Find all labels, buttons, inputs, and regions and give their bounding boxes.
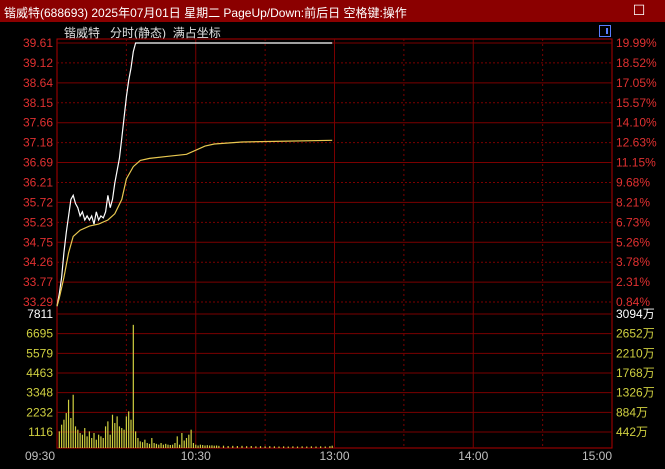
time-tick-label: 13:00 [319,449,349,463]
price-tick-label: 33.77 [23,275,53,289]
volume-tick-label: 5579 [26,346,53,360]
price-tick-label: 35.23 [23,215,53,229]
pct-tick-label: 8.21% [616,195,650,209]
volume-tick-label: 1116 [28,425,53,439]
price-tick-label: 39.61 [23,36,53,50]
volume-tick-label: 2232 [26,405,53,419]
pct-tick-label: 6.73% [616,215,650,229]
volume-tick-label: 7811 [27,307,53,321]
pct-tick-label: 17.05% [616,76,657,90]
price-tick-label: 38.15 [23,96,53,110]
price-tick-label: 34.26 [23,255,53,269]
pct-tick-label: 14.10% [616,116,657,130]
price-tick-label: 37.18 [23,136,53,150]
pct-tick-label: 2.31% [616,275,650,289]
average-price-line [56,139,333,307]
time-tick-label: 15:00 [582,449,612,463]
volume-amount-label: 3094万 [616,307,655,321]
intraday-chart[interactable]: 39.61 19.99% 39.12 18.52% 38.64 17.05% 38.15 15… [0,0,665,469]
price-tick-label: 36.21 [23,175,53,189]
volume-amount-label: 2210万 [616,346,655,360]
price-tick-label: 34.75 [23,235,53,249]
volume-tick-label: 4463 [26,366,53,380]
volume-amount-label: 1768万 [616,366,655,380]
volume-amount-label: 884万 [616,405,648,419]
time-tick-label: 14:00 [458,449,488,463]
volume-amount-label: 1326万 [616,386,655,400]
volume-tick-label: 3348 [26,386,53,400]
price-tick-label: 38.64 [23,76,53,90]
price-tick-label: 39.12 [23,56,53,70]
time-tick-label: 09:30 [25,449,55,463]
pct-tick-label: 18.52% [616,56,657,70]
volume-tick-label: 6695 [26,327,53,341]
volume-amount-label: 2652万 [616,327,655,341]
price-tick-label: 35.72 [23,195,53,209]
pct-tick-label: 3.78% [616,255,650,269]
volume-amount-label: 442万 [616,425,648,439]
time-tick-label: 10:30 [181,449,211,463]
pct-tick-label: 11.15% [616,156,656,170]
pct-tick-label: 15.57% [616,96,657,110]
pct-tick-label: 5.26% [616,235,650,249]
price-tick-label: 37.66 [23,116,53,130]
pct-tick-label: 9.68% [616,175,650,189]
price-tick-label: 36.69 [23,156,53,170]
pct-tick-label: 19.99% [616,36,657,50]
pct-tick-label: 12.63% [616,136,657,150]
